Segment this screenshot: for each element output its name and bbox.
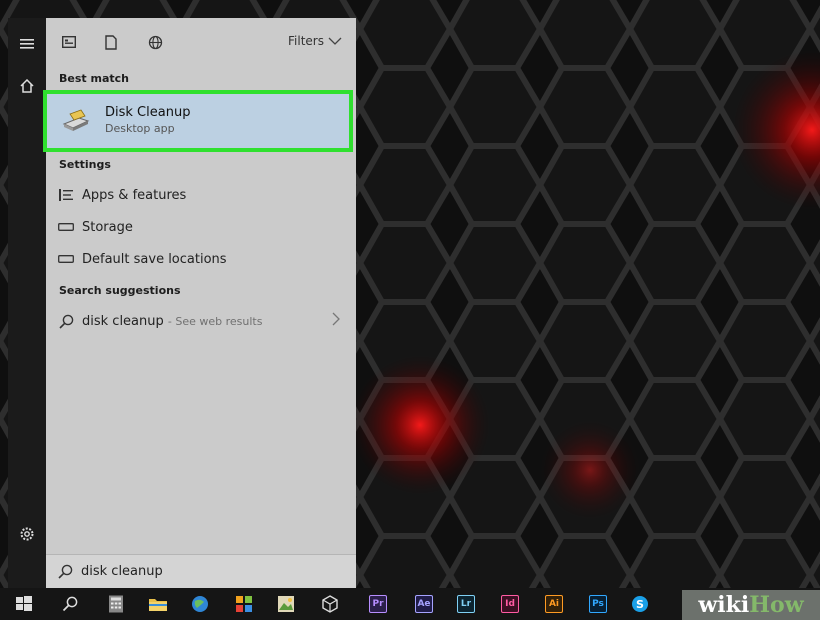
- settings-heading: Settings: [59, 158, 111, 171]
- app-badge: Lr: [457, 595, 475, 613]
- settings-item-default-save-locations[interactable]: Default save locations: [56, 247, 227, 271]
- watermark-part2: How: [749, 592, 804, 618]
- list-icon: [56, 185, 76, 205]
- search-icon: [56, 311, 76, 331]
- filters-label: Filters: [288, 34, 324, 48]
- filters-dropdown[interactable]: Filters: [288, 34, 342, 48]
- home-icon[interactable]: [8, 70, 46, 102]
- settings-item-label: Apps & features: [82, 187, 187, 203]
- settings-item-label: Storage: [82, 219, 133, 235]
- panel-topbar: Filters: [46, 18, 356, 66]
- app-badge: Ps: [589, 595, 607, 613]
- best-match-title: Disk Cleanup: [105, 105, 191, 120]
- storage-icon: [56, 217, 76, 237]
- best-match-subtitle: Desktop app: [105, 122, 175, 135]
- settings-item-label: Default save locations: [82, 251, 227, 267]
- settings-gear-icon[interactable]: [8, 518, 46, 550]
- documents-filter-icon[interactable]: [100, 31, 122, 53]
- disk-cleanup-app-icon: [61, 106, 91, 136]
- wikihow-watermark: wiki How: [682, 590, 820, 620]
- adobe-premiere-icon[interactable]: Pr: [366, 592, 390, 616]
- search-box[interactable]: disk cleanup: [46, 554, 356, 588]
- taskbar-search-icon[interactable]: [58, 592, 82, 616]
- app-badge: Id: [501, 595, 519, 613]
- chevron-right-icon[interactable]: [332, 312, 340, 330]
- adobe-lightroom-icon[interactable]: Lr: [454, 592, 478, 616]
- best-match-disk-cleanup[interactable]: Disk Cleanup Desktop app: [43, 90, 353, 152]
- adobe-indesign-icon[interactable]: Id: [498, 592, 522, 616]
- settings-item-storage[interactable]: Storage: [56, 215, 133, 239]
- search-suggestions-heading: Search suggestions: [59, 284, 181, 297]
- adobe-after-effects-icon[interactable]: Ae: [412, 592, 436, 616]
- calculator-icon[interactable]: [104, 592, 128, 616]
- colorful-app-icon[interactable]: [232, 592, 256, 616]
- file-explorer-icon[interactable]: [146, 592, 170, 616]
- svg-text:S: S: [636, 598, 644, 611]
- search-icon: [58, 564, 73, 579]
- chevron-down-icon: [328, 34, 342, 48]
- storage-icon: [56, 249, 76, 269]
- adobe-photoshop-icon[interactable]: Ps: [586, 592, 610, 616]
- hamburger-menu-icon[interactable]: [8, 28, 46, 60]
- search-input[interactable]: disk cleanup: [81, 564, 163, 579]
- web-filter-icon[interactable]: [144, 31, 166, 53]
- cube-app-icon[interactable]: [318, 592, 342, 616]
- windows-start-icon[interactable]: [12, 592, 36, 616]
- adobe-illustrator-icon[interactable]: Ai: [542, 592, 566, 616]
- web-suggestion-disk-cleanup[interactable]: disk cleanup - See web results: [56, 309, 262, 333]
- app-badge: Pr: [369, 595, 387, 613]
- settings-item-apps-features[interactable]: Apps & features: [56, 183, 186, 207]
- apps-filter-icon[interactable]: [58, 31, 80, 53]
- app-badge: Ae: [415, 595, 433, 613]
- browser-globe-icon[interactable]: [188, 592, 212, 616]
- best-match-heading: Best match: [59, 72, 129, 85]
- search-panel: Filters Best match Disk Cleanup Desktop …: [43, 18, 356, 588]
- suggestion-note: - See web results: [167, 314, 263, 328]
- skype-icon[interactable]: S: [628, 592, 652, 616]
- photo-app-icon[interactable]: [274, 592, 298, 616]
- start-rail: [8, 18, 46, 588]
- app-badge: Ai: [545, 595, 563, 613]
- watermark-part1: wiki: [698, 592, 750, 618]
- suggestion-query: disk cleanup: [82, 313, 164, 329]
